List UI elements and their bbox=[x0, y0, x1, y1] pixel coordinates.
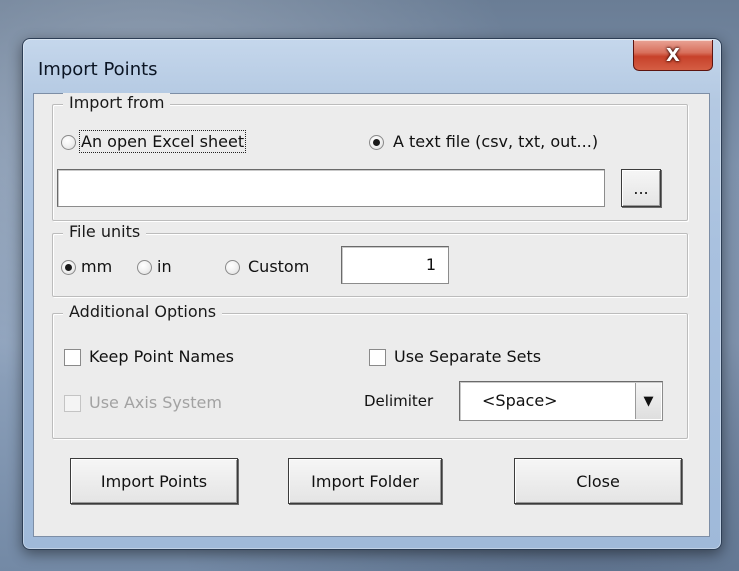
radio-mm-label[interactable]: mm bbox=[81, 257, 112, 276]
additional-options-group: Additional Options Keep Point Names Use … bbox=[52, 302, 688, 439]
dialog-client-area: Import from An open Excel sheet A text f… bbox=[33, 93, 710, 537]
radio-mm[interactable] bbox=[61, 260, 76, 275]
use-axis-system-checkbox bbox=[64, 395, 81, 412]
import-points-button[interactable]: Import Points bbox=[70, 458, 238, 504]
delimiter-selected-value: <Space> bbox=[482, 391, 558, 410]
window-close-button[interactable]: X bbox=[633, 40, 713, 71]
radio-in[interactable] bbox=[137, 260, 152, 275]
import-from-group: Import from An open Excel sheet A text f… bbox=[52, 93, 688, 221]
keep-point-names-checkbox[interactable] bbox=[64, 349, 81, 366]
file-units-group: File units mm in Custom 1 bbox=[52, 222, 688, 297]
close-button[interactable]: Close bbox=[514, 458, 682, 504]
additional-options-legend: Additional Options bbox=[63, 302, 223, 321]
close-icon: X bbox=[666, 44, 680, 66]
radio-custom-label[interactable]: Custom bbox=[248, 257, 309, 276]
radio-in-label[interactable]: in bbox=[157, 257, 172, 276]
file-units-legend: File units bbox=[63, 222, 147, 241]
window-title: Import Points bbox=[38, 59, 158, 80]
delimiter-dropdown[interactable]: <Space> ▼ bbox=[459, 381, 663, 421]
radio-excel-sheet-label[interactable]: An open Excel sheet bbox=[78, 130, 247, 153]
use-separate-sets-checkbox[interactable] bbox=[369, 349, 386, 366]
import-points-dialog: Import Points X Import from An open Exce… bbox=[22, 38, 722, 550]
radio-excel-sheet[interactable] bbox=[61, 135, 76, 150]
radio-text-file[interactable] bbox=[369, 135, 384, 150]
keep-point-names-label[interactable]: Keep Point Names bbox=[89, 347, 234, 366]
browse-button[interactable]: ... bbox=[621, 169, 661, 207]
import-from-legend: Import from bbox=[63, 93, 171, 112]
delimiter-label: Delimiter bbox=[364, 392, 434, 410]
use-axis-system-label: Use Axis System bbox=[89, 393, 222, 412]
radio-text-file-label[interactable]: A text file (csv, txt, out...) bbox=[393, 132, 598, 151]
title-bar[interactable]: Import Points X bbox=[23, 39, 721, 95]
import-folder-button[interactable]: Import Folder bbox=[288, 458, 442, 504]
chevron-down-icon[interactable]: ▼ bbox=[635, 383, 661, 419]
file-path-input[interactable] bbox=[57, 169, 605, 207]
use-separate-sets-label[interactable]: Use Separate Sets bbox=[394, 347, 541, 366]
custom-units-input[interactable]: 1 bbox=[341, 246, 449, 284]
radio-custom[interactable] bbox=[225, 260, 240, 275]
